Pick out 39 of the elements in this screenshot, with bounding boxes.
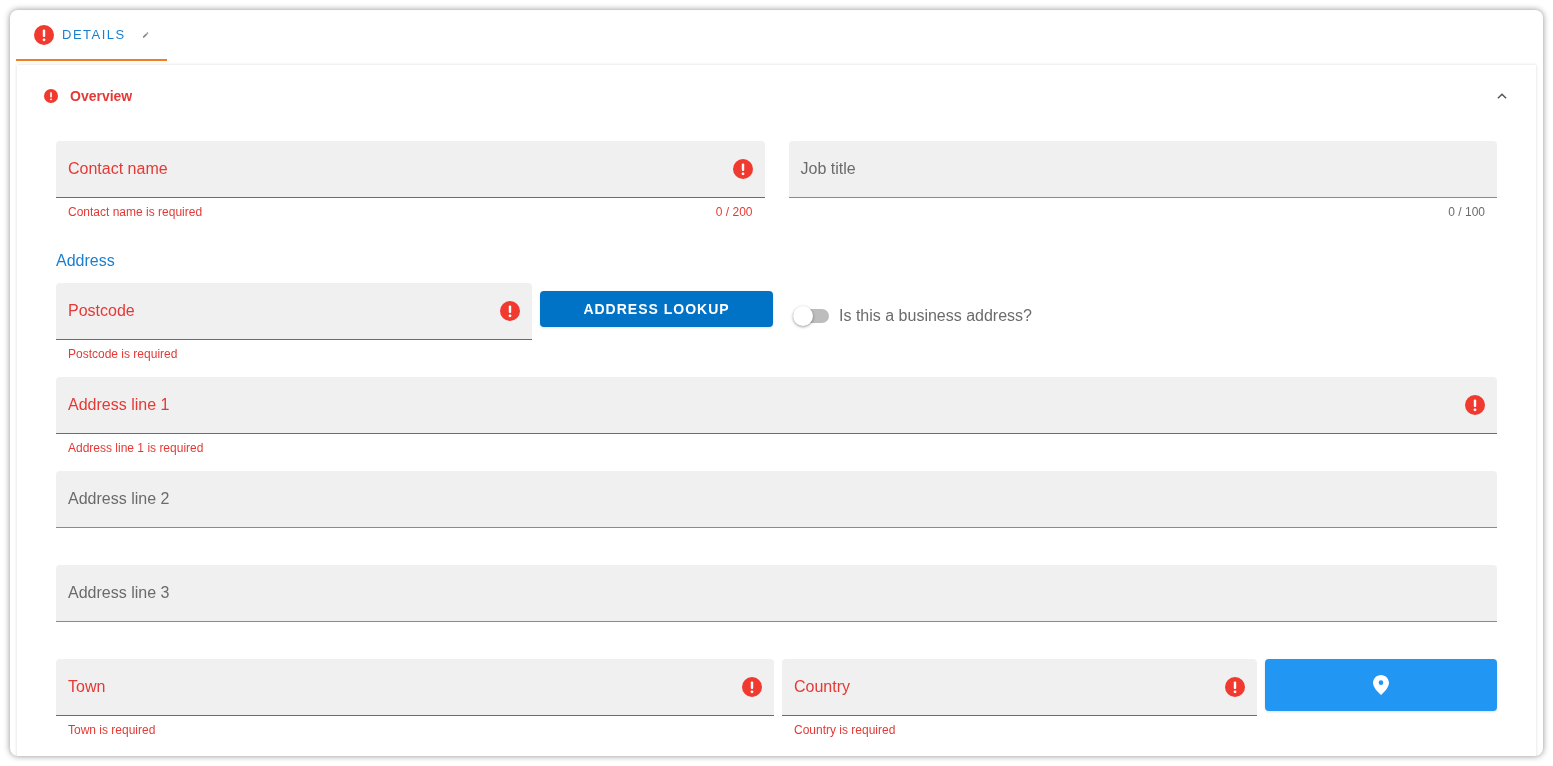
error-icon [1225,677,1245,697]
error-message: Address line 1 is required [68,440,204,456]
text-field[interactable]: Job title [788,141,1497,198]
error-message: Country is required [794,722,896,738]
field-label: Contact name [68,159,169,179]
details-tab[interactable]: DETAILS [16,10,167,61]
toggle-switch[interactable] [793,309,829,323]
error-message: Postcode is required [68,346,178,362]
field-label: Town [68,677,107,697]
field-label: Address line 2 [68,489,171,509]
text-field[interactable]: Address line 1 [56,377,1497,434]
character-counter: 0 / 200 [715,204,753,220]
section-title: Overview [70,87,133,106]
error-icon [34,24,54,45]
map-pin-icon [1373,675,1389,695]
error-icon [742,677,762,697]
text-field[interactable]: Postcode [56,283,532,340]
text-field[interactable]: Country [782,659,1257,716]
field-label: Address line 1 [68,395,171,415]
text-field[interactable]: Town [56,659,774,716]
error-icon [500,301,520,321]
address-heading: Address [56,251,115,271]
text-field[interactable]: Contact name [56,141,765,198]
field-label: Address line 3 [68,583,171,603]
text-field[interactable]: Address line 2 [56,471,1497,528]
toggle-label: Is this a business address? [839,306,1032,326]
error-message: Contact name is required [68,204,203,220]
error-icon [1465,395,1485,415]
error-icon [44,89,58,103]
field-label: Postcode [68,301,136,321]
error-icon [732,159,753,179]
field-label: Job title [800,159,857,179]
address-lookup-button[interactable]: ADDRESS LOOKUP [540,291,773,327]
character-counter: 0 / 100 [1448,204,1485,220]
section-header[interactable]: Overview [44,65,1509,127]
text-field[interactable]: Address line 3 [56,565,1497,622]
field-label: Country [794,677,852,697]
error-message: Town is required [68,722,156,738]
tab-label: DETAILS [62,25,126,44]
